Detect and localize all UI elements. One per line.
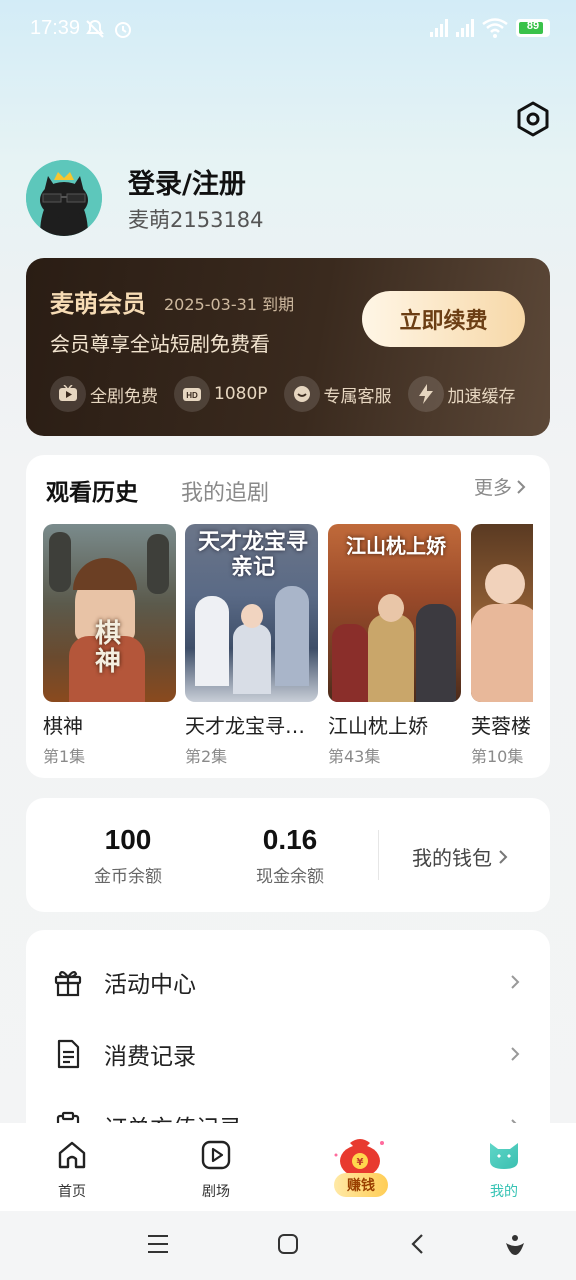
signal-icon [456,19,474,37]
history-item[interactable]: 棋神 棋神 第1集 [43,524,176,767]
perk-support: 专属客服 [283,376,392,412]
poster-title-art: 棋神 [95,619,122,677]
menu-item-activity-center[interactable]: 活动中心 [26,952,550,1012]
history-card: 观看历史 我的追剧 更多 棋神 棋神 第1集 天才龙宝寻亲记 天才龙宝寻亲记 第… [26,455,550,778]
wifi-icon [482,18,508,38]
play-icon [201,1140,231,1170]
history-item-title: 江山枕上娇 [328,714,428,738]
perk-cache: 加速缓存 [407,376,516,412]
history-item-episode: 第10集 [471,747,524,766]
perk-hd: HD 1080P [174,376,268,412]
menu-item-label: 活动中心 [104,972,196,998]
history-item-title: 棋神 [43,714,83,738]
history-item[interactable]: 江山枕上娇 江山枕上娇 第43集 [328,524,461,767]
status-time: 17:39 [30,17,81,39]
renew-button[interactable]: 立即续费 [362,291,525,347]
nav-label: 首页 [58,1184,86,1200]
poster-title-art: 天才龙宝寻亲记 [197,530,308,580]
poster-image [471,524,533,702]
cat-avatar-icon [26,160,102,236]
status-bar: 17:39 89 [0,0,576,60]
svg-text:¥: ¥ [357,1157,364,1168]
nav-home[interactable]: 首页 [22,1137,122,1201]
coin-balance-label: 金币余额 [94,867,162,887]
cash-balance[interactable]: 0.16 现金余额 [220,824,360,887]
poster-image: 江山枕上娇 [328,524,461,702]
chevron-right-icon [511,1047,520,1061]
cat-icon [490,1143,518,1169]
history-item-episode: 第2集 [185,747,228,766]
system-nav-bar [0,1211,576,1280]
chevron-right-icon [499,849,508,864]
wallet-card: 100 金币余额 0.16 现金余额 我的钱包 [26,798,550,912]
tv-icon [50,376,86,412]
divider [378,830,379,880]
history-item-episode: 第43集 [328,747,381,766]
more-link[interactable]: 更多 [474,473,526,500]
poster-image: 棋神 [43,524,176,702]
home-square-icon[interactable] [277,1233,299,1255]
login-register-link[interactable]: 登录/注册 [128,162,246,201]
poster-title-art: 江山枕上娇 [346,534,446,558]
history-item-title: 芙蓉楼 [471,714,531,738]
vip-title: 麦萌会员 [50,290,146,318]
vip-expiry: 2025-03-31 到期 [164,295,295,314]
back-icon[interactable] [410,1233,426,1255]
vip-description: 会员尊享全站短剧免费看 [50,332,270,356]
gift-icon [54,970,82,997]
nav-mine[interactable]: 我的 [454,1137,554,1201]
menu-lines-icon[interactable] [146,1233,170,1255]
tab-my-follows[interactable]: 我的追剧 [181,475,269,507]
coin-balance[interactable]: 100 金币余额 [58,824,198,887]
history-item[interactable]: 天才龙宝寻亲记 天才龙宝寻亲记 第2集 [185,524,318,767]
history-item-title: 天才龙宝寻亲记 [185,714,318,738]
avatar[interactable] [26,160,102,236]
signal-icon [430,19,448,37]
battery-level: 89 [526,20,540,32]
vip-card[interactable]: 麦萌会员 2025-03-31 到期 会员尊享全站短剧免费看 立即续费 全剧免费… [26,258,550,436]
svg-text:HD: HD [186,391,198,400]
chevron-right-icon [517,479,526,494]
settings-hex-icon[interactable] [514,100,552,138]
poster-image: 天才龙宝寻亲记 [185,524,318,702]
menu-item-consumption-records[interactable]: 消费记录 [26,1024,550,1084]
nav-label: 我的 [490,1184,518,1200]
lightning-icon [407,376,444,412]
bottom-nav: 首页 剧场 ¥ 赚钱 我的 [0,1123,576,1211]
history-item[interactable]: 芙蓉楼 第10集 [471,524,533,767]
nav-label: 剧场 [202,1184,230,1200]
home-icon [58,1141,86,1169]
bell-muted-icon [86,19,104,38]
chevron-right-icon [511,975,520,989]
vip-perks: 全剧免费 HD 1080P 专属客服 加速缓存 [50,376,516,412]
earn-label[interactable]: 赚钱 [334,1173,388,1197]
history-item-episode: 第1集 [43,747,86,766]
user-id: 麦萌2153184 [128,208,264,232]
support-icon [283,376,320,412]
my-wallet-link[interactable]: 我的钱包 [412,842,508,871]
alarm-icon [115,22,131,38]
hd-icon: HD [174,376,210,412]
menu-item-label: 消费记录 [104,1044,196,1070]
nav-theater[interactable]: 剧场 [166,1137,266,1201]
cash-balance-value: 0.16 [262,824,318,855]
history-list: 棋神 棋神 第1集 天才龙宝寻亲记 天才龙宝寻亲记 第2集 江山枕上娇 江山枕上… [43,524,533,774]
perk-free: 全剧免费 [50,376,158,412]
document-icon [57,1039,80,1069]
cash-balance-label: 现金余额 [256,867,324,887]
tab-watch-history[interactable]: 观看历史 [46,473,138,507]
assistant-icon[interactable] [504,1233,526,1257]
coin-balance-value: 100 [104,824,152,855]
battery-icon: 89 [516,19,550,37]
